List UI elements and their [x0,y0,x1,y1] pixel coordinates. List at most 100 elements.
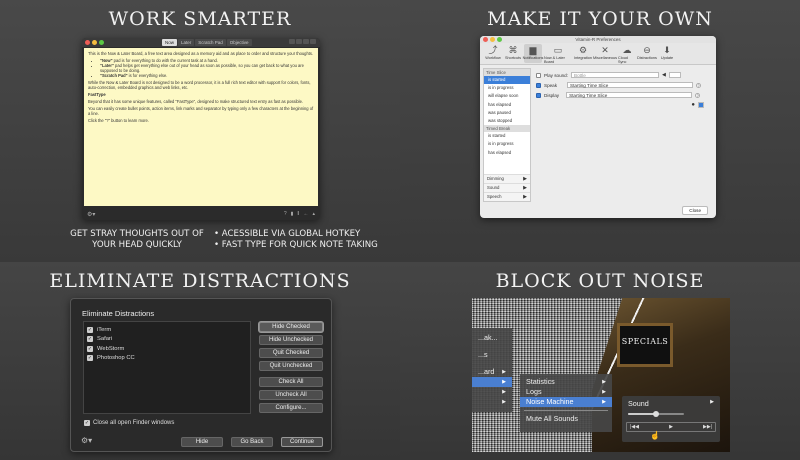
toolbar-misc[interactable]: ✕ Miscellaneous [593,44,617,63]
toolbar-notifications[interactable]: ▆ Notifications [523,44,543,63]
close-finder-option[interactable]: ✓ Close all open Finder windows [84,420,174,426]
skip-forward-icon[interactable]: ▶▶| [703,424,712,430]
list-item[interactable]: has elapsed [484,101,530,109]
continue-button[interactable]: Continue [281,437,323,447]
app-row[interactable]: ✓ Photoshop CC [87,354,247,364]
gear-icon[interactable]: ⚙▾ [81,436,92,445]
hide-button[interactable]: Hide [181,437,223,447]
list-button[interactable] [296,39,302,44]
skip-back-icon[interactable]: |◀◀ [630,424,639,430]
notes-text-area[interactable]: This is the Now & Later Board, a free te… [84,48,318,206]
menu-item[interactable]: ...s [472,350,512,360]
menu-item-noise-machine[interactable]: Noise Machine ▶ [520,397,612,407]
format-button[interactable] [289,39,295,44]
trash-icon[interactable]: ▮ [291,211,294,217]
app-checkbox[interactable]: ✓ [87,345,93,352]
app-checkbox[interactable]: ✓ [87,326,93,333]
section-dimming[interactable]: Dimming ▶ [484,174,530,183]
close-window-icon[interactable] [483,37,488,42]
toolbar-shortcuts[interactable]: ⌘ Shortcuts [504,44,522,63]
quit-unchecked-button[interactable]: Quit Unchecked [259,361,323,371]
play-sound-checkbox[interactable] [536,72,541,78]
app-row[interactable]: ✓ Safari [87,335,247,345]
list-item[interactable]: is in progress [484,84,530,92]
hide-unchecked-button[interactable]: Hide Unchecked [259,335,323,345]
color-button[interactable] [310,39,316,44]
toolbar-board[interactable]: ▭ Now & Later Board [544,44,572,64]
toolbar-update[interactable]: ⬇ Update [658,44,676,63]
gear-icon[interactable]: ⚙▾ [87,211,95,218]
zoom-window-icon[interactable] [497,37,502,42]
sound-select[interactable]: Bottle [571,72,660,78]
volume-slider-knob[interactable] [653,411,659,417]
pause-icon[interactable]: ‖ [297,211,299,217]
work-smarter-panel: WORK SMARTER Now Later Scratch Pad Objec… [0,0,400,262]
toolbar-distractions[interactable]: ⊖ Distractions [637,44,657,63]
app-row[interactable]: ✓ WebStorm [87,344,247,354]
chevron-right-icon: ▶ [602,399,606,405]
close-window-icon[interactable] [85,40,90,45]
hide-checked-button[interactable]: Hide Checked [259,322,323,332]
play-icon[interactable]: ▶ [669,424,673,430]
display-style-select[interactable] [698,102,704,108]
tab-later[interactable]: Later [178,39,195,46]
quit-checked-button[interactable]: Quit Checked [259,348,323,358]
help-icon[interactable]: ? [284,211,287,217]
configure-button[interactable]: Configure... [259,403,323,413]
minimize-window-icon[interactable] [490,37,495,42]
speaker-icon[interactable]: ◀ [662,72,666,78]
app-checkbox[interactable]: ✓ [87,336,93,343]
check-all-button[interactable]: Check All [259,377,323,387]
list-item[interactable]: was stopped [484,117,530,125]
close-button[interactable]: Close [682,206,708,215]
help-icon[interactable]: ? [695,92,701,98]
display-text-field[interactable]: Starting Time Slice [566,92,693,98]
go-back-button[interactable]: Go Back [231,437,273,447]
section-speech[interactable]: Speech ▶ [484,192,530,201]
uncheck-all-button[interactable]: Uncheck All [259,390,323,400]
sound-options[interactable] [668,72,681,78]
speak-text-field[interactable]: Starting Time Slice [567,82,694,88]
list-item[interactable]: is started [484,132,530,140]
share-icon[interactable]: ▴ [312,211,315,217]
sound-item[interactable]: Sound ▶ [622,396,720,411]
list-item[interactable]: is in progress [484,140,530,148]
menu-item-mute-all[interactable]: Mute All Sounds [520,414,612,424]
play-sound-row: Play sound: Bottle ◀ [536,70,712,80]
chevron-right-icon: ▶ [502,399,506,405]
list-item[interactable]: will elapse soon [484,92,530,100]
menu-item-logs[interactable]: Logs ▶ [520,387,612,397]
volume-slider[interactable] [628,411,684,417]
app-row[interactable]: ✓ iTerm [87,325,247,335]
font-button[interactable] [303,39,309,44]
display-checkbox[interactable] [536,92,541,98]
list-item[interactable]: has elapsed [484,149,530,157]
display-style-dot-icon[interactable]: ● [691,102,695,108]
menu-item[interactable]: ▶ [472,397,512,407]
toolbar-integration[interactable]: ⚙ Integration [574,44,592,63]
close-finder-checkbox[interactable]: ✓ [84,420,90,426]
tab-now[interactable]: Now [162,39,178,46]
section-sound[interactable]: Sound ▶ [484,183,530,192]
make-it-your-own-panel: MAKE IT YOUR OWN Vitamin-R Preferences ⤴… [400,0,800,262]
menu-item[interactable]: ...ak... [472,333,512,343]
minimize-window-icon[interactable] [92,40,97,45]
list-header: Time Slice [484,69,530,76]
menu-item[interactable]: ...ard ▶ [472,367,512,377]
app-checkbox[interactable]: ✓ [87,355,93,362]
tab-scratch-pad[interactable]: Scratch Pad [195,39,226,46]
menu-item-selected[interactable]: ▶ [472,377,512,387]
list-item[interactable]: was paused [484,109,530,117]
notes-intro: This is the Now & Later Board, a free te… [88,51,314,56]
toolbar-workflow[interactable]: ⤴ Workflow [484,44,502,63]
back-arrow-icon[interactable]: ← [303,211,308,217]
eliminate-title: ELIMINATE DISTRACTIONS [49,270,351,292]
menu-item[interactable]: ▶ [472,387,512,397]
menu-item-statistics[interactable]: Statistics ▶ [520,377,612,387]
speak-checkbox[interactable] [536,82,541,88]
zoom-window-icon[interactable] [99,40,104,45]
list-item[interactable]: is started [484,76,530,85]
toolbar-cloud-sync[interactable]: ☁ Cloud Sync [618,44,636,64]
help-icon[interactable]: ? [696,82,702,88]
tab-objective[interactable]: Objective [226,39,252,46]
